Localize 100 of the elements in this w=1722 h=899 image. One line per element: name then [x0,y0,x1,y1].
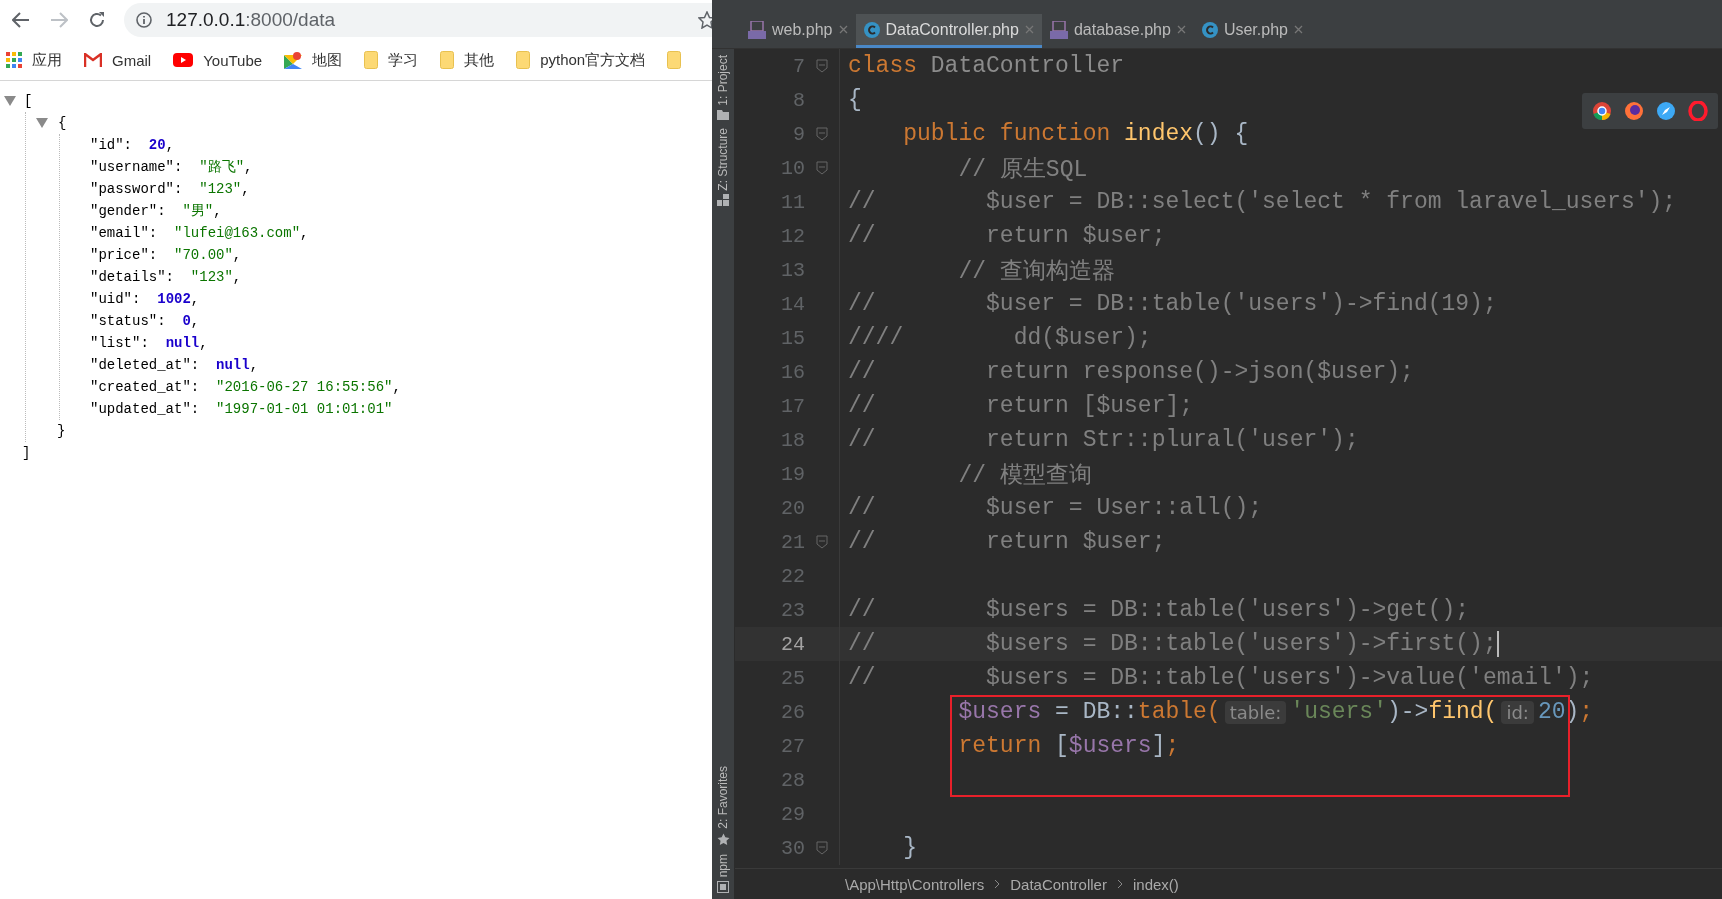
browser-icon[interactable] [1624,101,1644,121]
code-line: // 原生SQL [957,155,1088,184]
bookmark-item[interactable]: 应用 [6,50,62,70]
json-key: "email": [90,222,158,244]
tool-window-button[interactable]: 1: Project [716,55,730,120]
close-icon[interactable] [838,25,848,34]
comma-separator: , [244,158,253,177]
code-line: public function index() { [902,121,1249,147]
breadcrumb-item[interactable]: \App\Http\Controllers [845,875,985,893]
fold-marker-icon[interactable] [816,59,828,73]
folder-icon [717,109,729,120]
line-number: 26 [780,700,805,724]
code-line: //// dd($user); [847,325,1152,351]
fold-marker-icon[interactable] [816,161,828,175]
close-icon[interactable] [1176,25,1186,34]
code-line: class DataController [847,53,1125,79]
line-number: 18 [780,428,805,452]
line-number: 12 [780,224,805,248]
line-number: 21 [780,530,805,554]
bookmark-item[interactable]: Gmail [84,51,152,69]
back-arrow-icon [12,11,30,29]
bookmark-item[interactable]: 学习 [364,50,419,70]
code-line: // return $user; [847,223,1166,249]
json-value: "70.00" [174,246,233,265]
php-file-icon [1049,20,1068,39]
code-line: // $user = DB::select('select * from laravel_users'); [847,189,1677,215]
tool-window-button[interactable]: 2: Favorites [716,765,730,846]
line-number: 28 [780,768,805,792]
php-file-icon [748,20,766,39]
line-number: 27 [780,734,805,758]
collapse-toggle-icon[interactable] [4,96,16,106]
bookmark-item[interactable] [667,51,682,69]
json-key: "created_at": [90,376,200,398]
line-number: 17 [780,394,805,418]
bookmark-item[interactable]: 地图 [284,50,343,70]
line-number: 29 [780,802,805,826]
json-value: "路飞" [199,158,245,177]
chevron-icon [994,879,1001,889]
comma-separator: , [232,268,242,287]
info-icon [136,12,152,28]
json-value: 20 [148,136,166,155]
breadcrumb-item[interactable]: DataController [1010,875,1107,893]
bookmark-item[interactable]: YouTube [173,51,263,69]
json-key: "username": [90,156,183,178]
address-bar[interactable]: 127.0.0.1:8000/data [124,3,712,37]
npm-square-icon [717,881,729,893]
line-number: 23 [780,598,805,622]
collapse-toggle-icon[interactable] [36,118,48,128]
editor-tab[interactable]: DataController.php [855,14,1042,48]
code-line: // $user = User::all(); [847,495,1263,521]
ring-icon[interactable] [1688,101,1708,121]
json-key: "uid": [90,288,141,310]
line-number: 22 [780,564,805,588]
json-value: null [165,334,200,353]
comma-separator: , [190,290,200,309]
code-line: // 查询构造器 [957,257,1115,286]
json-value: "男" [182,202,214,221]
editor-tab[interactable]: User.php [1193,14,1311,48]
forward-arrow-icon [50,11,68,29]
star-icon[interactable] [698,11,712,29]
tool-window-button[interactable]: Z: Structure [716,127,730,207]
line-number: 15 [780,326,805,350]
fold-marker-icon[interactable] [816,535,828,549]
line-number: 14 [780,292,805,316]
close-icon[interactable] [1024,25,1034,34]
bookmark-item[interactable]: python官方文档 [516,50,646,70]
code-line: return [$users]; [957,733,1180,759]
breadcrumb-item[interactable]: index() [1132,875,1179,893]
fold-marker-icon[interactable] [816,841,828,855]
line-number: 11 [780,190,805,214]
code-line: // return [$user]; [847,393,1194,419]
json-key: "deleted_at": [90,354,200,376]
map-pin-icon [284,51,303,69]
json-key: "list": [90,332,149,354]
tool-window-button[interactable]: npm [716,853,730,893]
folder-icon [516,51,531,69]
star-icon [716,832,730,846]
close-icon[interactable] [1293,25,1303,34]
code-line: // return Str::plural('user'); [847,427,1359,453]
json-key: "password": [90,178,183,200]
compass-icon[interactable] [1656,101,1676,121]
line-number: 19 [780,462,805,486]
line-number: 8 [792,88,805,112]
json-bracket: { [58,114,67,133]
editor-tab[interactable]: web.php [740,14,856,48]
json-key: "price": [90,244,158,266]
json-value: "2016-06-27 16:55:56" [216,378,393,397]
chevron-icon [1116,879,1123,889]
code-line: // $user = DB::table('users')->find(19); [847,291,1497,317]
json-value: "lufei@163.com" [174,224,301,243]
browser-icon[interactable] [1592,101,1612,121]
fold-marker-icon[interactable] [816,127,828,141]
code-line: $users = DB::table( table: 'users')->find( id: 20); [957,699,1594,725]
json-key: "status": [90,310,166,332]
json-value: 0 [182,312,191,331]
json-bracket: ] [22,444,31,463]
comma-separator: , [199,334,208,353]
code-line: // $users = DB::table('users')->first(); [847,631,1499,657]
bookmark-item[interactable]: 其他 [440,50,495,70]
editor-tab[interactable]: database.php [1041,14,1194,48]
